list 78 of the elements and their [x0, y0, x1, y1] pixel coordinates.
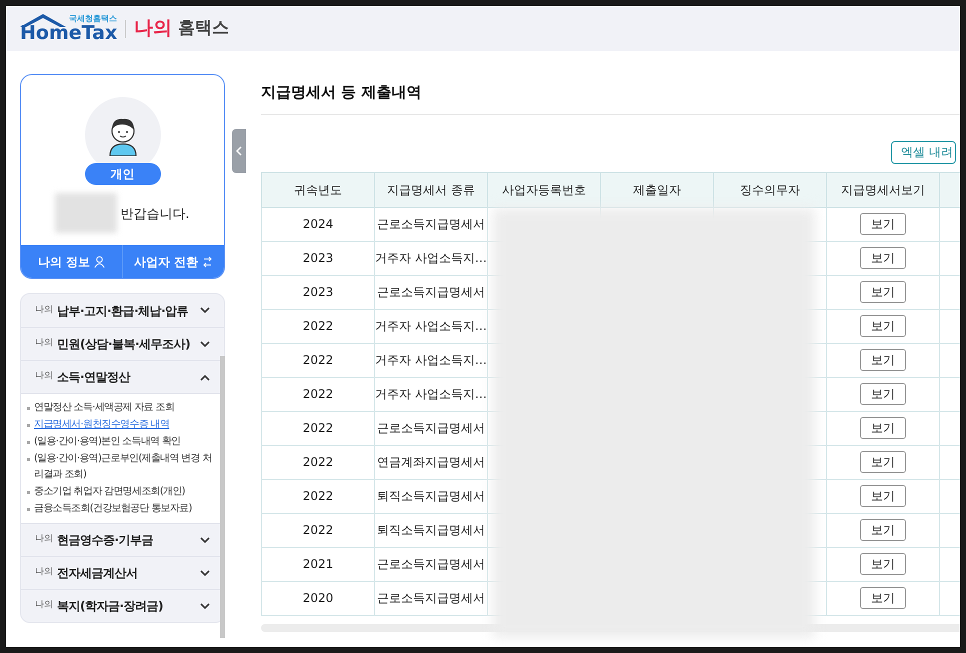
submenu-link[interactable]: 연말정산 소득·세액공제 자료 조회 [34, 400, 174, 416]
bullet-icon [27, 491, 30, 494]
column-header: 귀속년도 [262, 172, 374, 207]
view-button[interactable]: 보기 [860, 485, 906, 507]
chevron-down-icon [200, 570, 210, 576]
view-button[interactable]: 보기 [860, 451, 906, 473]
submenu-link[interactable]: (일용·간이·용역)근로부인(제출내역 변경 처리결과 조회) [34, 451, 220, 483]
roof-icon [20, 12, 66, 26]
view-button[interactable]: 보기 [860, 417, 906, 439]
table-cell: 근로소득지급명세서 [374, 207, 488, 241]
bullet-icon [27, 508, 30, 511]
table-cell: 2022 [262, 411, 374, 445]
table-cell: 근로소득지급명세서 [374, 581, 488, 615]
column-header: 사업자등록번호 [488, 172, 600, 207]
table-cell: 연금계좌지급명세서 [374, 445, 488, 479]
menu-section[interactable]: 나의 민원(상담·불복·세무조사) [21, 327, 224, 360]
menu-section[interactable]: 나의 납부·고지·환급·체납·압류 [21, 294, 224, 327]
switch-account-button[interactable]: 사업자 전환 [122, 245, 224, 278]
bullet-icon [27, 407, 30, 410]
table-cell: 2022 [262, 479, 374, 513]
view-button[interactable]: 보기 [860, 349, 906, 371]
column-header: 지급명세서보기 [826, 172, 940, 207]
table-cell: 퇴직소득지급명세서 [374, 479, 488, 513]
redacted-name [55, 193, 118, 233]
column-header: 제출일자 [600, 172, 714, 207]
table-cell: 근로소득지급명세서 [374, 411, 488, 445]
table-cell: 근로소득지급명세서 [374, 275, 488, 309]
chevron-left-icon [236, 146, 242, 156]
column-header: 지급명세서 종류 [374, 172, 488, 207]
bullet-icon [27, 441, 30, 444]
site-title: 홈택스 [178, 16, 230, 40]
table-cell: 2021 [262, 547, 374, 581]
my-info-button[interactable]: 나의 정보 [21, 245, 122, 278]
table-cell: 2022 [262, 343, 374, 377]
table-cell: 2020 [262, 581, 374, 615]
table-cell: 2023 [262, 275, 374, 309]
collapse-sidebar-button[interactable] [232, 129, 246, 173]
chevron-up-icon [200, 374, 210, 380]
submenu-link[interactable]: (일용·간이·용역)본인 소득내역 확인 [34, 434, 181, 450]
table-cell: 2024 [262, 207, 374, 241]
logo-caption: 국세청홈택스 [68, 14, 118, 22]
chevron-down-icon [200, 602, 210, 610]
logo-text: HomeTax [20, 24, 118, 42]
bullet-icon [27, 458, 30, 461]
view-button[interactable]: 보기 [860, 247, 906, 269]
table-cell: 2022 [262, 309, 374, 343]
greeting-text: 반갑습니다. [120, 206, 190, 224]
view-button[interactable]: 보기 [860, 213, 906, 235]
page-title: 지급명세서 등 제출내역 [261, 81, 960, 114]
view-button[interactable]: 보기 [860, 553, 906, 575]
submenu-link[interactable]: 지급명세서·원천징수영수증 내역 [34, 417, 170, 433]
column-header: 징수의무자 [714, 172, 826, 207]
chevron-down-icon [200, 340, 210, 348]
table-cell: 2023 [262, 241, 374, 275]
bullet-icon [27, 424, 30, 427]
view-button[interactable]: 보기 [860, 315, 906, 337]
excel-download-button[interactable]: 엑셀 내려 [891, 140, 956, 164]
chevron-down-icon [200, 307, 210, 314]
view-button[interactable]: 보기 [860, 281, 906, 303]
table-cell: 근로소득지급명세서 [374, 547, 488, 581]
table-cell: 거주자 사업소득지… [374, 309, 488, 343]
user-type-badge: 개인 [84, 163, 160, 185]
table-cell: 퇴직소득지급명세서 [374, 513, 488, 547]
submenu-link[interactable]: 중소기업 취업자 감면명세조회(개인) [34, 484, 185, 500]
view-button[interactable]: 보기 [860, 383, 906, 405]
view-button[interactable]: 보기 [860, 587, 906, 609]
table-cell: 2022 [262, 513, 374, 547]
table-cell: 2022 [262, 445, 374, 479]
table-cell: 거주자 사업소득지… [374, 343, 488, 377]
chevron-down-icon [200, 536, 210, 544]
submenu-link[interactable]: 금융소득조회(건강보험공단 통보자료) [34, 501, 192, 517]
swap-arrows-icon [202, 256, 214, 268]
table-cell: 거주자 사업소득지… [374, 377, 488, 411]
view-button[interactable]: 보기 [860, 519, 906, 541]
title-highlight: 나의 [134, 16, 172, 42]
table-cell: 거주자 사업소득지… [374, 241, 488, 275]
person-icon [94, 256, 106, 268]
table-cell: 2022 [262, 377, 374, 411]
